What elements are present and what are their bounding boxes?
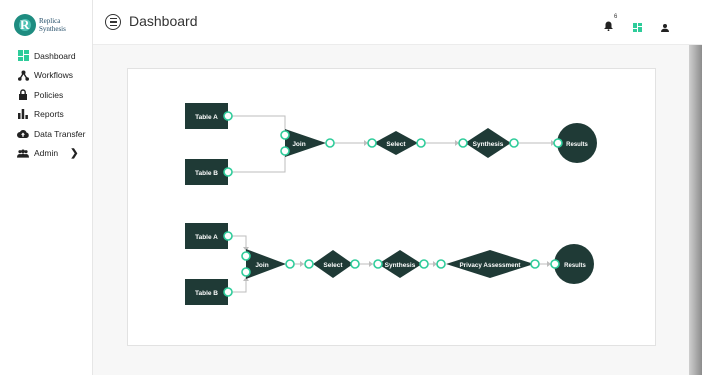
notification-count-badge: 6 [614,14,618,20]
select-node[interactable]: Select [304,250,360,278]
svg-text:Results: Results [566,142,588,148]
sidebar-item-label: Policies [34,89,64,100]
svg-text:Select: Select [386,141,406,148]
sidebar-item-label: Admin [34,148,59,159]
svg-text:Select: Select [323,262,343,269]
sidebar-item-label: Data Transfer [34,128,86,139]
svg-text:Join: Join [255,262,268,269]
sidebar-item-admin[interactable]: Admin ❯ [17,144,86,164]
sidebar-item-workflows[interactable]: Workflows [17,66,86,86]
sidebar-item-dashboard[interactable]: Dashboard [17,46,86,66]
brand-logo[interactable]: R Replica Synthesis [14,14,66,36]
svg-text:Table A: Table A [195,234,218,241]
results-node[interactable]: Results [553,123,597,163]
workflow-icon [17,69,29,81]
table-b-node[interactable]: Table B [185,279,233,305]
sidebar-item-label: Dashboard [34,50,76,61]
synthesis-node[interactable]: Synthesis [373,250,429,278]
group-icon [17,147,29,159]
sidebar-item-data-transfer[interactable]: Data Transfer [17,124,86,144]
brand-name-line2: Synthesis [39,25,66,33]
table-a-node[interactable]: Table A [185,103,233,129]
sidebar: R Replica Synthesis Dashboard Workflows … [0,0,93,375]
sidebar-nav: Dashboard Workflows Policies Reports Dat… [17,46,86,163]
svg-text:Join: Join [292,141,305,148]
select-node[interactable]: Select [367,131,426,155]
brand-name-line1: Replica [39,17,61,25]
workflow-2: Table A Table B Join Select Synthesis Pr… [185,223,594,305]
join-node[interactable]: Join [280,129,335,157]
sidebar-item-label: Workflows [34,70,74,81]
user-account-icon[interactable] [661,19,669,37]
brand-logo-mark: R [14,14,36,36]
sidebar-item-policies[interactable]: Policies [17,85,86,105]
svg-text:Table B: Table B [195,170,218,177]
workflow-canvas-card: Table A Table B Join Select Synthesis Re… [127,68,656,346]
workflow-1: Table A Table B Join Select Synthesis Re… [185,103,597,185]
svg-text:Table B: Table B [195,290,218,297]
table-b-node[interactable]: Table B [185,159,233,185]
privacy-assessment-node[interactable]: Privacy Assessment [436,250,540,278]
bell-icon[interactable] [604,18,613,36]
sidebar-item-label: Reports [34,109,64,120]
dashboard-icon [17,50,29,62]
top-header: Dashboard 6 [93,0,702,45]
dashboard-grid-icon[interactable] [633,19,642,37]
svg-text:Synthesis: Synthesis [473,141,504,148]
chevron-right-icon[interactable]: ❯ [70,148,78,159]
workflow-canvas: Table A Table B Join Select Synthesis Re… [185,103,597,305]
join-node[interactable]: Join [241,249,295,279]
menu-toggle-button[interactable] [105,14,121,30]
table-a-node[interactable]: Table A [185,223,233,249]
main-content: Table A Table B Join Select Synthesis Re… [93,45,689,375]
cloud-upload-icon [17,128,29,140]
results-node[interactable]: Results [550,244,594,284]
window-edge-shadow [689,45,702,375]
svg-text:Privacy Assessment: Privacy Assessment [459,262,521,269]
svg-text:Synthesis: Synthesis [385,262,416,269]
svg-text:Table A: Table A [195,114,218,121]
sidebar-item-reports[interactable]: Reports [17,105,86,125]
svg-text:Results: Results [564,263,586,269]
lock-icon [17,89,29,101]
synthesis-node[interactable]: Synthesis [458,128,519,158]
page-title: Dashboard [129,13,198,29]
bar-chart-icon [17,108,29,120]
